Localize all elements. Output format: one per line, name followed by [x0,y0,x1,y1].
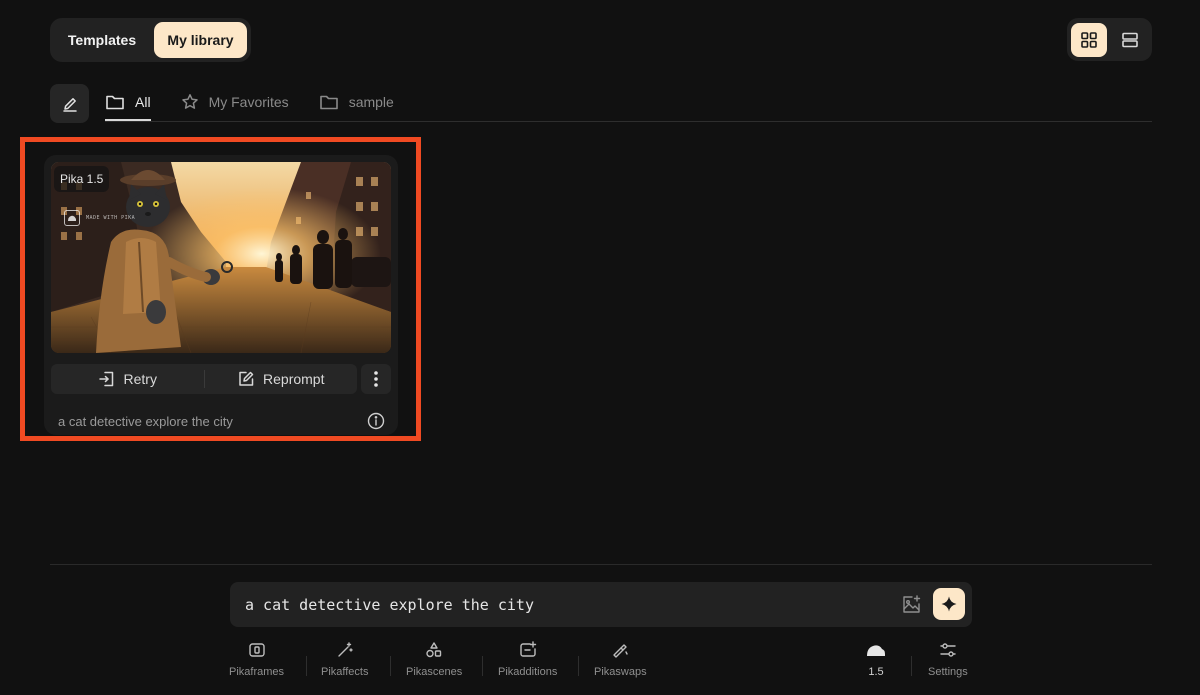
more-vertical-icon [374,371,378,387]
shapes-icon [424,640,444,660]
toolbar-divider [911,656,912,676]
grid-icon [1080,31,1097,48]
toolbar-divider [578,656,579,676]
tabs-divider [105,121,1152,122]
folder-tab-all[interactable]: All [105,84,151,121]
folder-tabs: All My Favorites sample [105,84,394,122]
tool-label: Pikaffects [321,666,369,678]
edit-icon [239,371,254,386]
list-icon [1122,32,1139,47]
retry-label: Retry [123,371,157,387]
folder-tab-label: All [135,94,151,110]
sliders-icon [938,640,958,660]
grid-view-button[interactable] [1071,22,1107,57]
folder-tab-sample[interactable]: sample [319,84,394,120]
retry-button[interactable]: Retry [51,364,204,394]
model-version-label: 1.5 [868,666,884,678]
tool-pikaswaps[interactable]: Pikaswaps [594,640,647,678]
folder-icon [319,95,338,110]
sparkle-icon [941,596,957,612]
magic-wand-icon [335,640,355,660]
tool-label: Pikascenes [406,666,463,678]
prompt-input[interactable]: a cat detective explore the city [245,596,534,614]
more-options-button[interactable] [361,364,391,394]
my-library-tab[interactable]: My library [154,22,247,58]
edit-folders-button[interactable] [50,84,89,123]
tool-pikascenes[interactable]: Pikascenes [406,640,462,678]
pencil-icon [62,97,77,112]
prompt-bar: a cat detective explore the city [230,582,972,627]
card-actions: Retry Reprompt [51,364,357,394]
info-icon [367,412,385,430]
folder-tab-label: My Favorites [208,94,289,110]
reprompt-label: Reprompt [263,371,325,387]
tool-pikadditions[interactable]: Pikadditions [498,640,557,678]
star-icon [181,94,198,109]
model-selector[interactable]: 1.5 [866,640,886,678]
folder-tab-label: sample [348,94,394,110]
settings-button[interactable]: Settings [928,640,968,678]
tool-pikaffects[interactable]: Pikaffects [321,640,369,678]
tool-label: Pikaswaps [594,666,647,678]
templates-tab[interactable]: Templates [54,22,150,58]
folder-tab-favorites[interactable]: My Favorites [181,84,289,120]
reprompt-button[interactable]: Reprompt [205,364,358,394]
model-version-badge: Pika 1.5 [54,166,110,192]
toolbar-divider [482,656,483,676]
info-button[interactable] [367,412,385,430]
toolbar-divider [390,656,391,676]
library-segmented-control: Templates My library [50,18,251,62]
add-element-icon [518,640,538,660]
retry-icon [98,371,113,387]
toolbar-divider [306,656,307,676]
view-mode-toggle [1067,18,1152,61]
generate-button[interactable] [933,588,965,620]
settings-label: Settings [928,666,968,678]
card-prompt-text: a cat detective explore the city [58,414,233,429]
swap-brush-icon [610,640,630,660]
pika-logo-icon [64,210,80,226]
list-view-button[interactable] [1113,23,1149,57]
folder-icon [106,95,124,110]
tool-pikaframes[interactable]: Pikaframes [229,640,284,678]
composer-divider [50,564,1152,565]
tool-label: Pikaframes [229,666,285,678]
pika-model-icon [866,640,886,660]
tool-label: Pikadditions [498,666,558,678]
image-add-icon [903,595,921,613]
watermark-text: MADE WITH PIKA [86,215,136,221]
pika-watermark: MADE WITH PIKA [64,210,135,226]
pikaframes-icon [247,640,267,660]
image-upload-button[interactable] [900,594,922,616]
